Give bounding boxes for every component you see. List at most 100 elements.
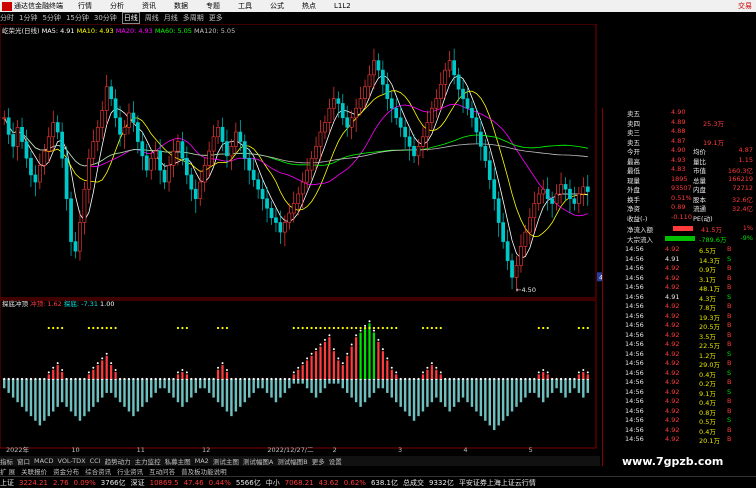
tool-tab-5[interactable]: 互动问答 [149, 466, 175, 476]
indicator-tab-7[interactable]: 私募主图 [165, 456, 191, 466]
tool-tab-0[interactable]: 扩 展 [0, 466, 15, 476]
indicator-tab-2[interactable]: MACD [34, 457, 53, 465]
signal-dot [154, 377, 157, 381]
indicator-tab-8[interactable]: MA2 [195, 457, 209, 465]
quote-key: 今开 [627, 148, 640, 156]
status-item: 43.62 [318, 478, 339, 487]
candle [421, 127, 425, 159]
signal-dot [127, 377, 131, 381]
candle [234, 122, 238, 154]
yellow-signal-dot [386, 326, 389, 330]
candle [278, 210, 283, 244]
trade-button[interactable]: 交易 [738, 1, 752, 11]
indicator-tab-10[interactable]: 测试幅图A [243, 456, 273, 466]
menu-item-formula[interactable]: 公式 [270, 1, 284, 11]
tool-tab-6[interactable]: 普及板功能说明 [181, 466, 227, 476]
top-signal-dot [332, 348, 335, 351]
tick-direction: B [727, 359, 732, 367]
indicator-tab-6[interactable]: 主力监控 [135, 456, 161, 466]
tick-direction: S [727, 368, 732, 377]
period-tab-3[interactable]: 15分钟 [66, 13, 89, 23]
quote-row: 收益(-) -0.110 PE(动) [603, 213, 755, 223]
top-signal-dot [56, 362, 59, 365]
indicator-tab-4[interactable]: CCI [90, 457, 101, 465]
yellow-signal-dot [306, 326, 309, 330]
period-tab-5[interactable]: 日线 [121, 12, 140, 24]
tool-tab-1[interactable]: 关联报价 [21, 466, 47, 476]
candle [153, 141, 158, 171]
menu-item-analysis[interactable]: 分析 [110, 1, 124, 11]
tick-row: 14:56 4.92 20.5万 B [603, 321, 755, 331]
top-signal-dot [292, 371, 295, 374]
tool-tab-4[interactable]: 行业资讯 [117, 466, 143, 476]
indicator-tab-0[interactable]: 指标 [0, 456, 13, 466]
tick-row: 14:56 4.91 4.3万 S [603, 293, 755, 303]
candle [46, 127, 51, 163]
indicator-tab-1[interactable]: 窗口 [17, 456, 30, 466]
kline-chart[interactable]: 5.505.405.305.205.105.004.904.804.704.60… [0, 24, 602, 456]
period-tab-1[interactable]: 1分钟 [19, 13, 37, 23]
period-tab-7[interactable]: 月线 [164, 13, 178, 23]
period-tab-9[interactable]: 更多 [209, 13, 223, 23]
tick-volume: 29.0万 [699, 361, 720, 369]
top-signal-dot [577, 371, 580, 374]
quote-row: 换手 0.51% 股本 32.6亿 [603, 194, 755, 204]
menu-item-topics[interactable]: 专题 [206, 1, 220, 11]
indicator-tab-9[interactable]: 测试主图 [213, 456, 239, 466]
menu-item-hot[interactable]: 热点 [302, 1, 316, 11]
quote-value2: 4.87 [738, 146, 753, 154]
tick-direction: B [727, 330, 732, 339]
tick-price: 4.92 [665, 349, 680, 358]
tool-tab-3[interactable]: 综合资讯 [85, 466, 111, 476]
tool-tab-2[interactable]: 资金分布 [53, 466, 79, 476]
top-signal-dot [546, 371, 549, 374]
yellow-signal-dot [328, 326, 331, 330]
signal-dot [243, 377, 246, 381]
candle [389, 91, 394, 123]
signal-dot [167, 377, 171, 381]
indicator-tab-13[interactable]: 设置 [329, 456, 342, 466]
menu-item-tools[interactable]: 工具 [238, 1, 252, 11]
candle [82, 182, 87, 235]
signal-dot [43, 377, 46, 381]
candle [242, 134, 247, 171]
tick-price: 4.91 [665, 254, 680, 263]
menu-item-l1l2[interactable]: L1L2 [334, 2, 351, 10]
top-signal-dot [346, 352, 349, 355]
tick-time: 14:56 [625, 264, 644, 272]
candle [118, 105, 122, 147]
tick-price: 4.91 [665, 292, 680, 301]
indicator-tab-5[interactable]: 趋势动力 [105, 456, 131, 466]
quote-row: 最高 4.93 量比 1.15 [603, 156, 755, 166]
status-item: 3224.21 [19, 478, 48, 487]
period-tab-0[interactable]: 分时 [0, 13, 14, 23]
period-tab-2[interactable]: 5分钟 [42, 13, 60, 23]
signal-dot [417, 377, 420, 381]
indicator-tab-3[interactable]: VOL-TDX [57, 457, 85, 465]
indicator-tab-12[interactable]: 更多 [312, 456, 325, 466]
status-item: 10869.5 [149, 478, 179, 487]
menu-item-news[interactable]: 资讯 [142, 1, 156, 11]
menu-item-data[interactable]: 数据 [174, 1, 188, 11]
status-item: 47.46 [183, 478, 204, 487]
signal-dot [551, 377, 554, 381]
tick-volume: 0.4万 [699, 399, 716, 407]
tick-direction: B [727, 340, 732, 348]
candle [407, 127, 412, 161]
yellow-signal-dot [421, 326, 425, 330]
signal-dot [528, 377, 531, 381]
tick-time: 14:56 [625, 321, 644, 329]
tick-time: 14:56 [625, 292, 644, 301]
period-tab-8[interactable]: 多周期 [183, 13, 204, 23]
quote-row: 外盘 93507 内盘 72712 [603, 184, 755, 194]
period-tab-4[interactable]: 30分钟 [94, 13, 117, 23]
indicator-tab-11[interactable]: 测试幅图B [277, 456, 307, 466]
status-item: 0.44% [208, 478, 231, 487]
menu-item-market[interactable]: 行情 [78, 1, 92, 11]
status-item: 平安证券上海上证云行情 [458, 478, 536, 487]
tick-price: 4.92 [665, 302, 680, 310]
candle [11, 122, 15, 159]
index-status-bar: 上证 3224.21 2.76 0.09% 3766亿 深证 10869.5 47.46 0.4… [0, 476, 756, 488]
candle [73, 232, 78, 259]
period-tab-6[interactable]: 周线 [145, 13, 159, 23]
